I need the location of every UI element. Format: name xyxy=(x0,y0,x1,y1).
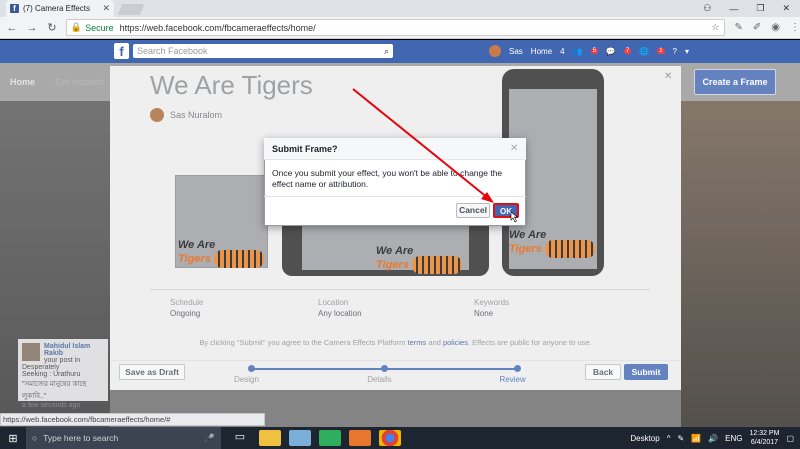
action-center-icon[interactable]: ▢ xyxy=(786,434,794,443)
cortana-circle-icon: ○ xyxy=(32,433,38,443)
status-bar-url: https://web.facebook.com/fbcameraeffects… xyxy=(0,413,265,426)
app-icon-2[interactable] xyxy=(289,430,311,446)
clock-date: 6/4/2017 xyxy=(750,439,779,446)
task-view-icon[interactable]: ▭ xyxy=(229,430,251,446)
clock[interactable]: 12:32 PM 6/4/2017 xyxy=(749,429,779,447)
volume-icon[interactable]: 🔊 xyxy=(708,434,718,443)
desktop-label[interactable]: Desktop xyxy=(630,434,659,443)
clock-time: 12:32 PM xyxy=(749,430,780,437)
app-icon-3[interactable] xyxy=(319,430,341,446)
system-tray: Desktop ^ ✎ 📶 🔊 ENG 12:32 PM 6/4/2017 ▢ xyxy=(630,429,800,447)
app-icon-4[interactable] xyxy=(349,430,371,446)
chrome-icon[interactable] xyxy=(379,430,401,446)
microphone-icon[interactable]: 🎤 xyxy=(204,433,215,444)
taskbar-search-input[interactable]: ○ Type here to search 🎤 xyxy=(26,427,221,449)
file-explorer-icon[interactable] xyxy=(259,430,281,446)
language-label[interactable]: ENG xyxy=(725,434,742,443)
show-hidden-icons-icon[interactable]: ^ xyxy=(667,434,671,443)
windows-taskbar: ⊞ ○ Type here to search 🎤 ▭ Desktop ^ ✎ … xyxy=(0,427,800,449)
network-icon[interactable]: 📶 xyxy=(691,434,701,443)
annotation-arrow xyxy=(352,88,519,223)
tray-feather-icon[interactable]: ✎ xyxy=(677,434,684,443)
windows-start-icon[interactable]: ⊞ xyxy=(0,432,26,445)
taskbar-search-placeholder: Type here to search xyxy=(43,433,119,443)
